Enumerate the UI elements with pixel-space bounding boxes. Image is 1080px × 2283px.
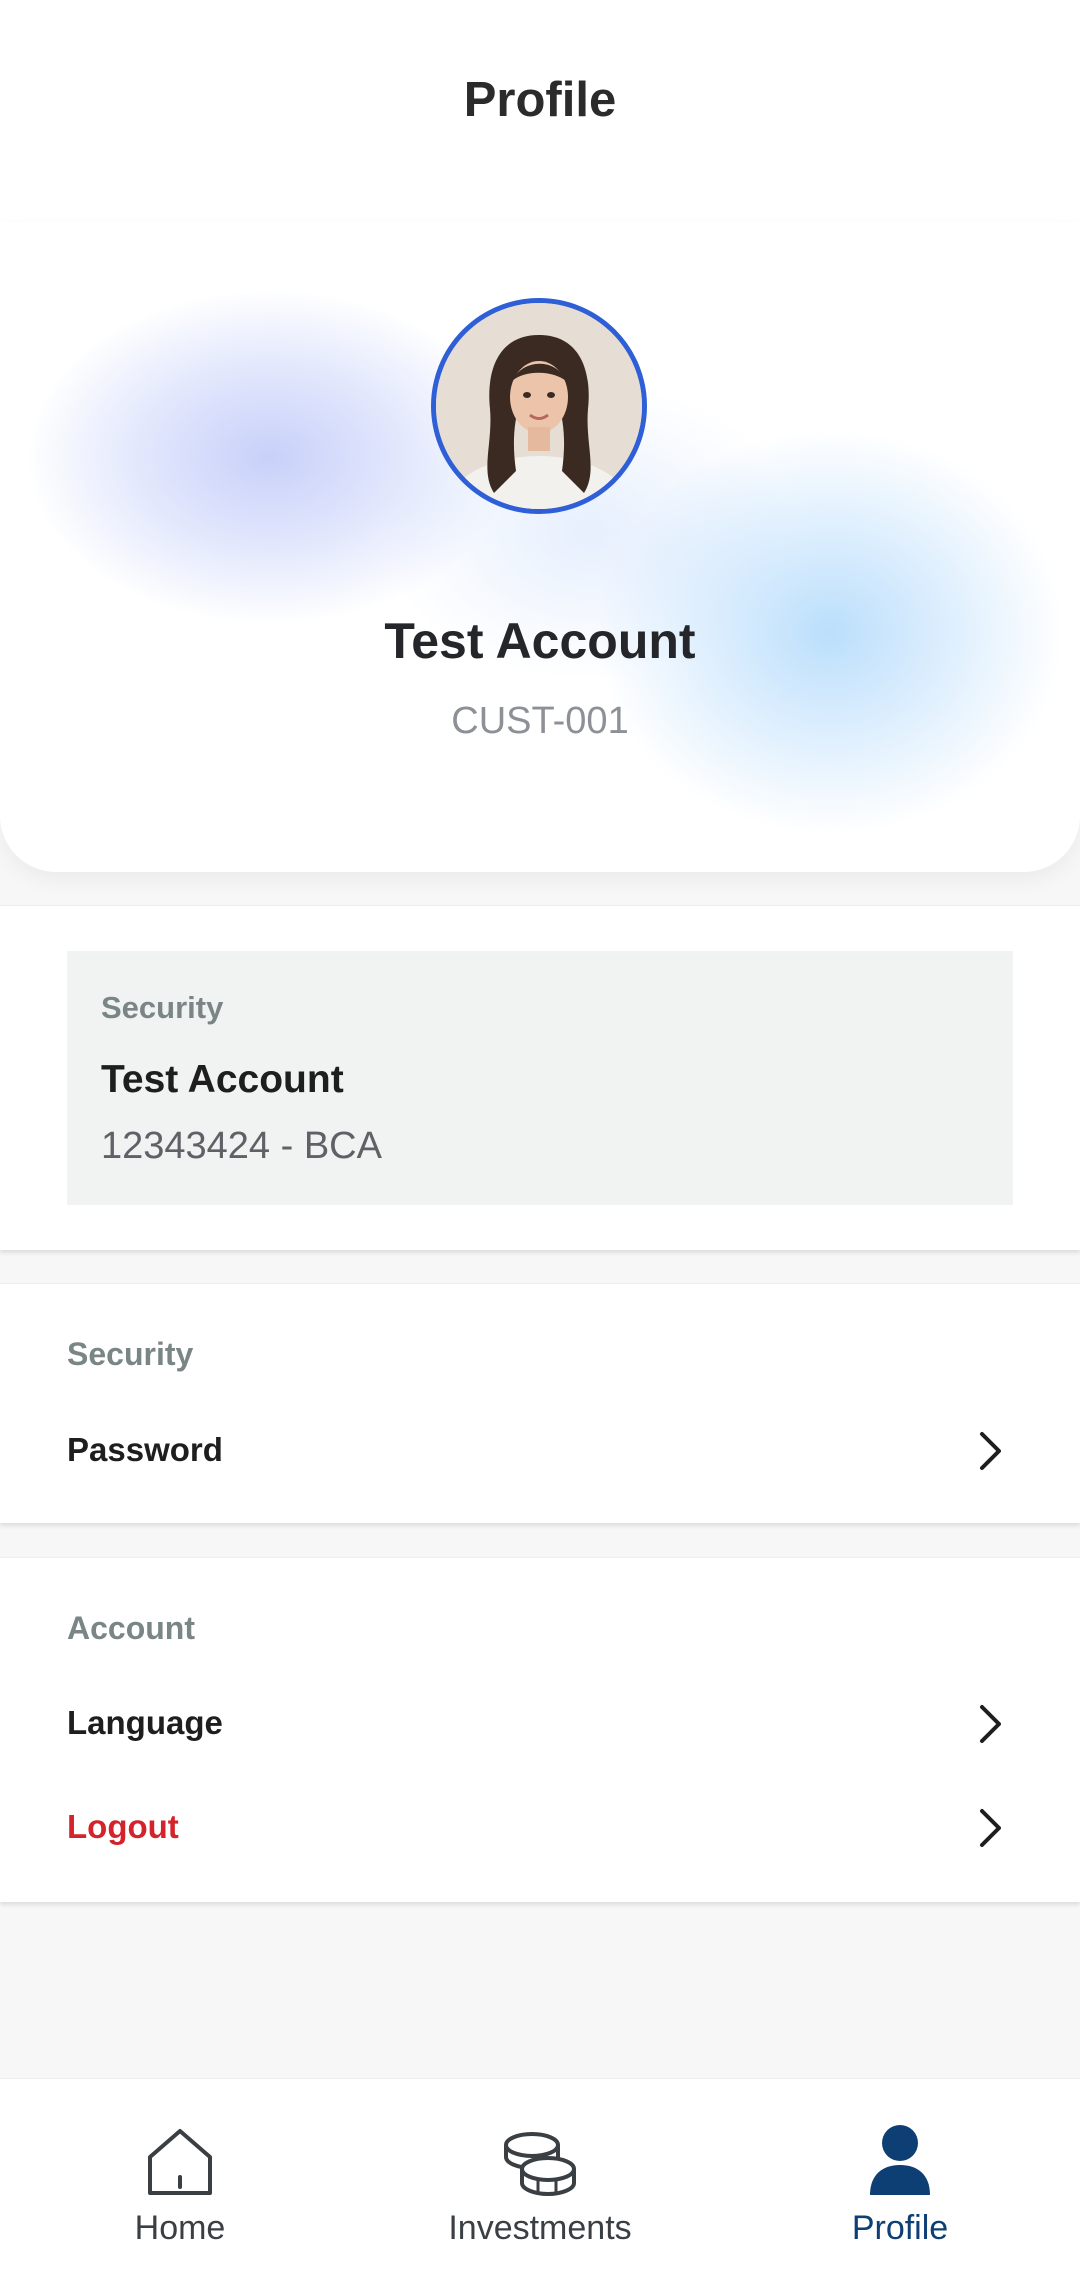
avatar[interactable] xyxy=(431,298,647,514)
customer-id: CUST-001 xyxy=(451,700,629,742)
nav-home[interactable]: Home xyxy=(0,2079,360,2283)
app-header: Profile xyxy=(0,0,1080,222)
section-label: Security xyxy=(67,1336,194,1372)
profile-card: Test Account CUST-001 xyxy=(0,222,1080,872)
chevron-right-icon xyxy=(980,1432,1001,1470)
avatar-photo xyxy=(436,303,642,509)
nav-investments[interactable]: Investments xyxy=(360,2079,720,2283)
bank-info-section: Security Test Account 12343424 - BCA xyxy=(0,905,1080,1250)
profile-screen: Profile Test Account CUST-001 Security T… xyxy=(0,0,1080,2283)
bank-info-card: Security Test Account 12343424 - BCA xyxy=(67,951,1013,1205)
section-label: Account xyxy=(67,1610,195,1646)
menu-item-label: Password xyxy=(67,1431,223,1468)
bottom-navigation: Home Investments Profile xyxy=(0,2078,1080,2283)
chevron-right-icon xyxy=(980,1809,1001,1847)
nav-label: Home xyxy=(134,2209,226,2247)
password-menu-item[interactable]: Password xyxy=(0,1403,1080,1499)
security-section: Security Password xyxy=(0,1283,1080,1523)
home-icon xyxy=(148,2129,212,2195)
bank-account-name: Test Account xyxy=(101,1058,344,1101)
page-title: Profile xyxy=(463,73,617,127)
language-menu-item[interactable]: Language xyxy=(0,1676,1080,1772)
nav-label: Investments xyxy=(448,2209,632,2247)
account-section: Account Language Logout xyxy=(0,1557,1080,1902)
menu-item-label: Language xyxy=(67,1704,223,1741)
bank-account-number: 12343424 - BCA xyxy=(101,1125,382,1167)
profile-name: Test Account xyxy=(384,613,696,669)
chevron-right-icon xyxy=(980,1705,1001,1743)
nav-profile[interactable]: Profile xyxy=(720,2079,1080,2283)
coins-icon xyxy=(504,2132,576,2197)
person-icon xyxy=(870,2125,930,2195)
menu-item-label: Logout xyxy=(67,1808,179,1845)
bank-info-label: Security xyxy=(101,990,224,1025)
logout-menu-item[interactable]: Logout xyxy=(0,1780,1080,1876)
nav-label: Profile xyxy=(851,2209,949,2247)
